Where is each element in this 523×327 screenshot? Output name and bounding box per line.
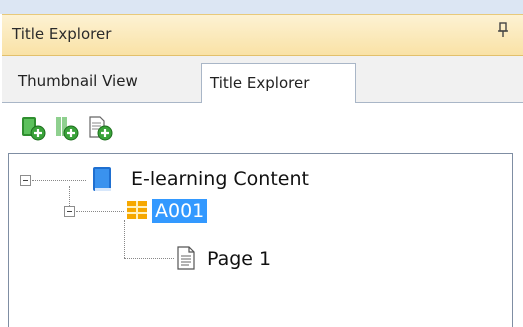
add-chapter-icon[interactable] (53, 115, 79, 141)
toolbar (2, 103, 523, 153)
pin-icon[interactable] (497, 22, 509, 42)
tree-node-a001[interactable]: A001 (152, 199, 208, 223)
book-icon (92, 166, 114, 196)
collapse-root-icon[interactable] (20, 175, 31, 186)
tree-connector (69, 186, 70, 206)
tree-connector (76, 211, 124, 212)
tab-thumbnail-view[interactable]: Thumbnail View (12, 68, 144, 94)
tree-connector (124, 258, 174, 259)
collapse-child-icon[interactable] (64, 206, 75, 217)
panel-header: Title Explorer (2, 14, 523, 56)
title-tree: E-learning Content A001 Page 1 (8, 153, 513, 327)
window-top-strip (0, 0, 523, 14)
add-page-icon[interactable] (87, 115, 113, 141)
tab-bar: Thumbnail View Title Explorer (2, 56, 523, 103)
panel-title: Title Explorer (12, 25, 112, 43)
tab-title-explorer[interactable]: Title Explorer (201, 63, 356, 103)
tree-connector (124, 220, 125, 258)
tree-node-e-learning-content[interactable]: E-learning Content (131, 168, 309, 190)
tree-node-page-1[interactable]: Page 1 (207, 248, 271, 270)
page-icon (177, 246, 195, 274)
tree-connector (32, 180, 86, 181)
add-book-icon[interactable] (20, 115, 46, 141)
chapter-grid-icon (127, 201, 147, 223)
